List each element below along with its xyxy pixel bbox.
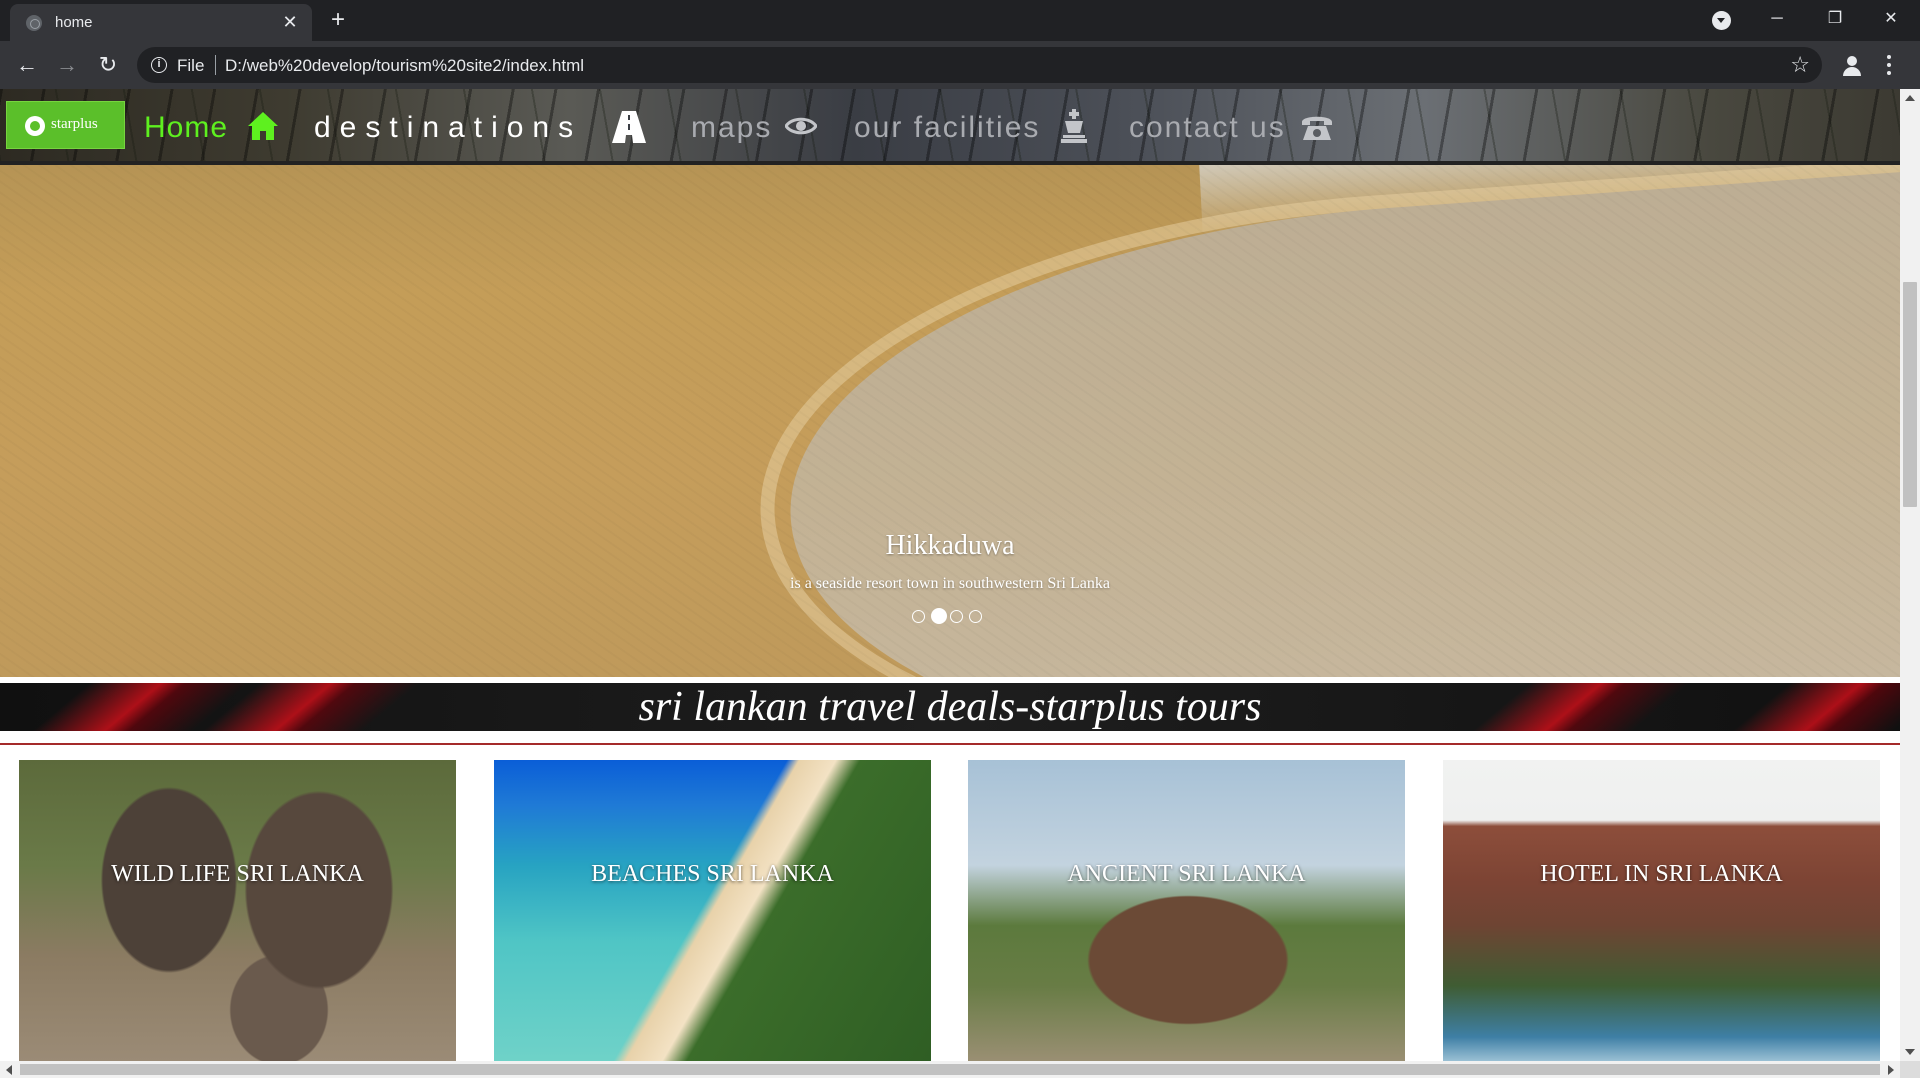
site-info-icon[interactable]: i <box>151 57 167 73</box>
vertical-scroll-thumb[interactable] <box>1903 282 1917 507</box>
tab-title: home <box>55 14 93 31</box>
reload-icon[interactable]: ↻ <box>92 50 124 80</box>
carousel-caption-text: is a seaside resort town in southwestern… <box>790 575 1110 592</box>
window-restore-button[interactable]: ❐ <box>1806 0 1864 40</box>
hotel-image <box>1443 760 1880 1061</box>
card-label: HOTEL IN SRI LANKA <box>1540 861 1783 887</box>
page-viewport: starplus Home destinations maps our faci… <box>0 89 1900 1061</box>
nav-contact-label: contact us <box>1129 111 1286 144</box>
window-minimize-button[interactable]: ─ <box>1748 0 1806 40</box>
chess-king-icon <box>1061 109 1087 143</box>
card-hotel[interactable]: HOTEL IN SRI LANKA <box>1443 760 1880 1061</box>
logo-text: starplus <box>51 116 98 132</box>
nav-home-link[interactable]: Home <box>144 111 228 145</box>
nav-destinations-label: destinations <box>314 111 583 144</box>
carousel-indicator-dot[interactable] <box>931 608 947 624</box>
scroll-down-arrow-icon[interactable] <box>1905 1049 1915 1055</box>
browser-tab-home[interactable]: home ✕ <box>10 4 312 41</box>
home-icon <box>248 112 278 140</box>
forward-arrow-icon[interactable]: → <box>51 50 83 80</box>
starplus-logo[interactable]: starplus <box>6 101 125 149</box>
card-label: ANCIENT SRI LANKA <box>1067 861 1306 887</box>
nav-facilities-label: our facilities <box>854 111 1041 144</box>
vertical-scrollbar[interactable] <box>1900 89 1920 1061</box>
section-divider <box>0 743 1900 745</box>
road-icon <box>612 111 646 143</box>
hero-sand-texture <box>0 165 1900 677</box>
carousel-indicator-dot[interactable] <box>969 610 982 623</box>
scroll-right-arrow-icon[interactable] <box>1888 1065 1894 1075</box>
telephone-icon <box>1302 116 1332 140</box>
scroll-up-arrow-icon[interactable] <box>1905 95 1915 101</box>
url-text[interactable]: D:/web%20develop/tourism%20site2/index.h… <box>225 56 584 76</box>
card-label: WILD LIFE SRI LANKA <box>111 861 364 887</box>
browser-menu-icon[interactable] <box>1884 53 1894 77</box>
scroll-left-arrow-icon[interactable] <box>6 1065 12 1075</box>
card-beaches[interactable]: BEACHES SRI LANKA <box>494 760 931 1061</box>
browser-toolbar: ← → ↻ i File D:/web%20develop/tourism%20… <box>0 41 1920 89</box>
eye-icon <box>785 117 817 135</box>
window-close-button[interactable]: ✕ <box>1862 0 1920 40</box>
stupa-image <box>968 760 1405 1061</box>
deals-banner: sri lankan travel deals-starplus tours <box>0 683 1900 731</box>
scheme-label: File <box>177 56 205 75</box>
tab-search-icon[interactable] <box>1712 11 1731 30</box>
beach-aerial-image <box>494 760 931 1061</box>
tab-close-button[interactable]: ✕ <box>280 12 300 32</box>
omnibox-divider <box>215 55 216 75</box>
card-label: BEACHES SRI LANKA <box>591 861 834 887</box>
logo-swirl-icon <box>25 116 45 136</box>
nav-maps-label: maps <box>691 111 773 144</box>
carousel-caption-title: Hikkaduwa <box>885 530 1015 561</box>
nav-home-label: Home <box>144 111 229 144</box>
card-wildlife[interactable]: WILD LIFE SRI LANKA <box>19 760 456 1061</box>
elephants-image <box>19 760 456 1061</box>
carousel-indicator-dot[interactable] <box>912 610 925 623</box>
banner-title: sri lankan travel deals-starplus tours <box>638 684 1262 730</box>
new-tab-button[interactable]: + <box>325 8 351 34</box>
profile-avatar-icon[interactable] <box>1840 53 1864 77</box>
horizontal-scrollbar[interactable] <box>0 1061 1900 1078</box>
globe-icon <box>26 15 42 31</box>
nav-facilities-link[interactable]: our facilities <box>854 111 1040 145</box>
tab-strip: home ✕ + ─ ❐ ✕ <box>0 0 1920 41</box>
horizontal-scroll-thumb[interactable] <box>20 1064 1880 1075</box>
nav-destinations-link[interactable]: destinations <box>314 111 582 145</box>
site-navbar: starplus Home destinations maps our faci… <box>0 89 1900 165</box>
nav-maps-link[interactable]: maps <box>691 111 772 145</box>
address-bar[interactable]: i File D:/web%20develop/tourism%20site2/… <box>137 47 1822 83</box>
nav-contact-link[interactable]: contact us <box>1129 111 1286 145</box>
hero-carousel[interactable]: Hikkaduwa is a seaside resort town in so… <box>0 165 1900 677</box>
back-arrow-icon[interactable]: ← <box>11 50 43 80</box>
card-ancient[interactable]: ANCIENT SRI LANKA <box>968 760 1405 1061</box>
scrollbar-corner <box>1900 1061 1920 1078</box>
bookmark-star-icon[interactable]: ☆ <box>1790 52 1810 78</box>
carousel-indicator-dot[interactable] <box>950 610 963 623</box>
